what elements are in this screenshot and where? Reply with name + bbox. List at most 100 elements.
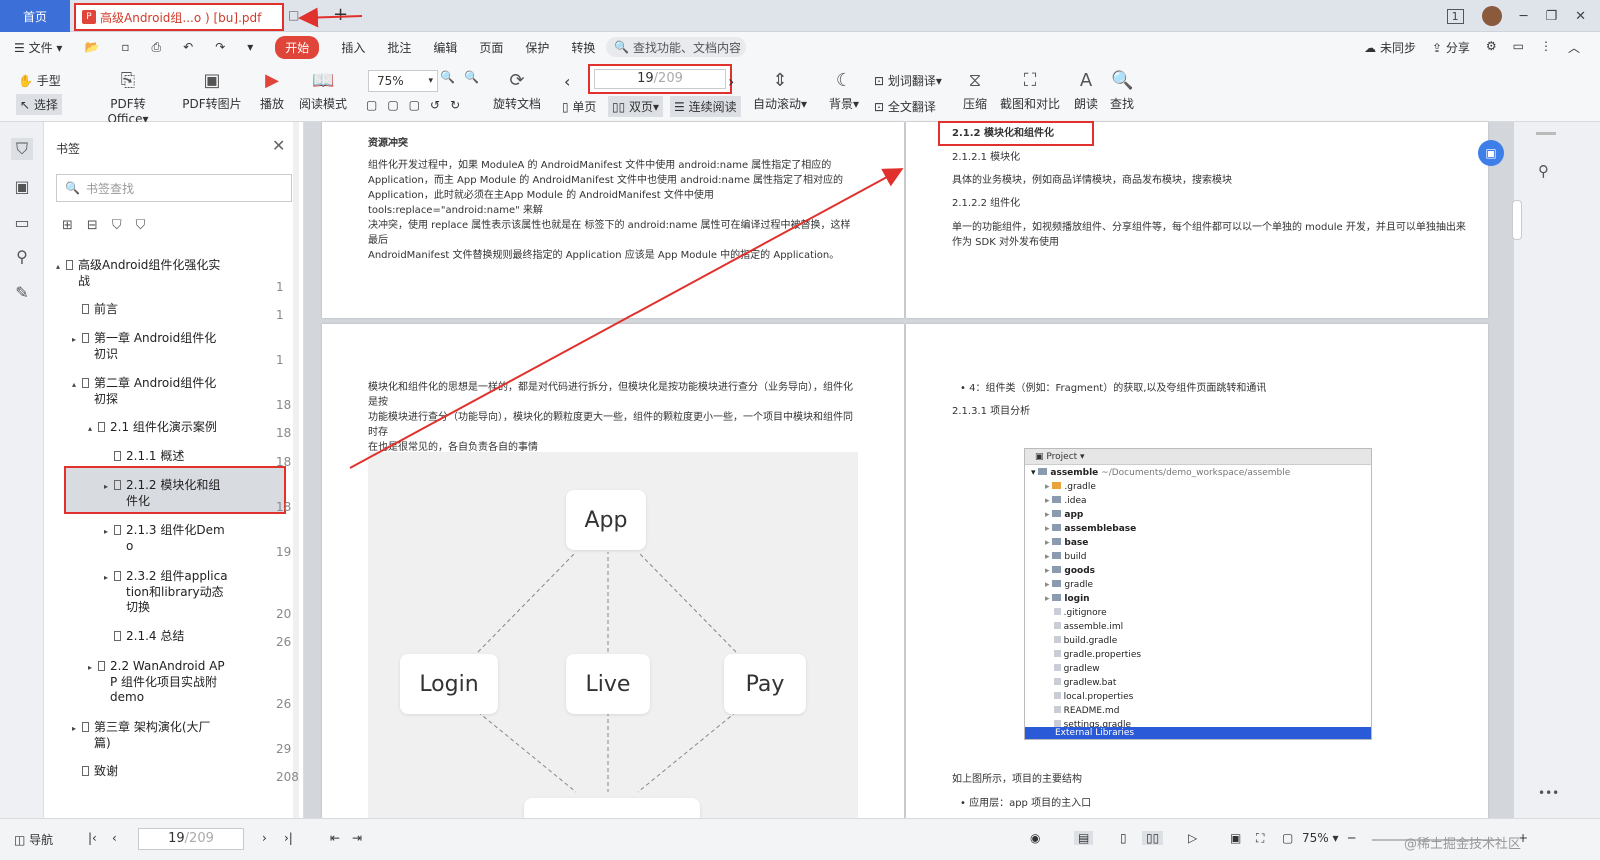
menu-start[interactable]: 开始 — [275, 35, 320, 59]
delete-bookmark-icon[interactable]: ⛉ — [136, 218, 146, 233]
menu-edit[interactable]: 编辑 — [433, 39, 457, 56]
smart-search-icon[interactable]: ⚲ — [1538, 162, 1549, 180]
zoom-select[interactable]: 75% ▾ — [368, 70, 438, 92]
select-tool-button[interactable]: ↖ 选择 — [16, 94, 62, 115]
tree-row[interactable]: ▸ goods — [1045, 564, 1095, 578]
read-mode-button[interactable]: 📖 阅读模式 — [298, 70, 348, 112]
bookmark-icon[interactable]: ⛉ — [11, 138, 33, 160]
zoom-in-icon[interactable]: 🔍 — [464, 70, 479, 84]
tree-row[interactable]: ▸ login — [1045, 592, 1090, 606]
collapse-all-icon[interactable]: ⊟ — [87, 218, 98, 233]
tree-row[interactable]: ▸ .idea — [1045, 494, 1087, 508]
next-page-icon[interactable]: › — [728, 72, 734, 91]
expand-toggle-icon[interactable]: ▸ — [104, 524, 114, 539]
expand-toggle-icon[interactable]: ▸ — [1045, 580, 1052, 590]
prev-page-icon[interactable]: ‹ — [564, 72, 570, 91]
settings-icon[interactable]: ⚙ — [1486, 39, 1497, 56]
more-options-icon[interactable]: ⋮ — [1540, 39, 1552, 56]
tree-row[interactable]: ▸ app — [1045, 508, 1083, 522]
document-tab[interactable]: P 高级Android组...o ) [bu].pdf — [74, 3, 284, 31]
read-aloud-button[interactable]: A 朗读 — [1072, 70, 1100, 112]
expand-toggle-icon[interactable]: ▸ — [1045, 552, 1052, 562]
find-button[interactable]: 🔍 查找 — [1108, 70, 1136, 112]
bookmark-item[interactable]: 2.1.1 概述 — [104, 449, 184, 464]
undo-icon[interactable]: ↶ — [183, 40, 193, 54]
expand-toggle-icon[interactable]: ▴ — [56, 259, 66, 274]
menu-annotate[interactable]: 批注 — [387, 39, 411, 56]
bookmark-item[interactable]: ▴ 2.1 组件化演示案例 — [88, 420, 217, 436]
bookmark-item[interactable]: 2.1.4 总结 — [104, 629, 184, 644]
navigation-button[interactable]: ◫ 导航 — [14, 831, 53, 848]
redo-icon[interactable]: ↷ — [215, 40, 225, 54]
bookmark-item[interactable]: ▸ 第三章 架构演化(大厂 篇) — [72, 720, 211, 751]
expand-toggle-icon[interactable]: ▸ — [1045, 496, 1052, 506]
close-panel-icon[interactable]: ✕ — [272, 136, 285, 155]
tree-row[interactable]: ▸ gradle — [1045, 578, 1093, 592]
rail-handle-icon[interactable] — [1536, 132, 1556, 135]
single-page-button[interactable]: ▯ 单页 — [562, 98, 596, 115]
expand-toggle-icon[interactable]: ▴ — [72, 377, 82, 392]
function-search-input[interactable]: 🔍 查找功能、文档内容 — [606, 37, 746, 57]
bookmark-item[interactable]: ▴ 高级Android组件化强化实战 — [56, 258, 220, 289]
tree-row[interactable]: ▸ assemblebase — [1045, 522, 1136, 536]
bookmark-item[interactable]: ▸ 2.3.2 组件applica tion和library动态 切换 — [104, 569, 228, 615]
expand-toggle-icon[interactable]: ▸ — [1045, 566, 1052, 576]
page-number-input[interactable]: 19/209 — [588, 64, 732, 94]
new-tab-icon[interactable]: + — [333, 4, 348, 25]
continuous-read-button[interactable]: ☰ 连续阅读 — [670, 96, 741, 117]
expand-toggle-icon[interactable]: ▸ — [104, 570, 114, 585]
bookmark-scrollbar[interactable] — [293, 122, 299, 822]
continuous-view-icon[interactable]: ▤ — [1074, 831, 1094, 845]
status-page-input[interactable]: 19/209 — [138, 828, 244, 850]
menu-file[interactable]: ☰ 文件 ▾ — [14, 39, 62, 56]
back-icon[interactable]: ⇤ — [330, 831, 340, 845]
tab-close-icon[interactable]: □ — [288, 8, 299, 22]
save-icon[interactable]: ▫ — [121, 40, 129, 54]
floating-tool-icon[interactable]: ▣ — [1478, 140, 1504, 166]
tree-row[interactable]: .gitignore — [1045, 606, 1107, 620]
minimize-icon[interactable]: ─ — [1520, 9, 1528, 24]
menu-insert[interactable]: 插入 — [341, 39, 365, 56]
word-translate-button[interactable]: ⊡ 划词翻译▾ — [874, 72, 942, 89]
bookmark-item[interactable]: ▸ 2.1.2 模块化和组 件化 — [104, 478, 220, 509]
hand-tool-button[interactable]: ✋ 手型 — [18, 72, 61, 89]
next-page-icon[interactable]: › — [262, 831, 267, 845]
expand-toggle-icon[interactable]: ▸ — [1045, 482, 1052, 492]
tree-row[interactable]: build.gradle — [1045, 634, 1117, 648]
zoom-out-icon[interactable]: 🔍 — [440, 70, 455, 84]
bookmark-item[interactable]: ▸ 2.2 WanAndroid AP P 组件化项目实战附 demo — [88, 659, 225, 705]
last-page-icon[interactable]: ›| — [284, 831, 293, 845]
prev-page-icon[interactable]: ‹ — [112, 831, 117, 845]
restore-icon[interactable]: ❐ — [1545, 9, 1557, 24]
forward-icon[interactable]: ⇥ — [352, 831, 362, 845]
signature-icon[interactable]: ✎ — [11, 282, 33, 304]
screenshot-compare-button[interactable]: ⛶ 截图和对比 — [1000, 70, 1060, 112]
fit-icons[interactable]: ▢▢▢↺↻ — [366, 98, 470, 112]
expand-toggle-icon[interactable]: ▸ — [1045, 524, 1052, 534]
fit-page-icon[interactable]: ⛶ — [1256, 831, 1264, 846]
expand-all-icon[interactable]: ⊞ — [62, 218, 73, 233]
background-button[interactable]: ☾ 背景▾ — [826, 70, 862, 112]
more-icon[interactable]: ▾ — [247, 40, 253, 54]
bookmark-search-input[interactable]: 🔍 书签查找 — [56, 174, 292, 202]
tree-row[interactable]: gradlew.bat — [1045, 676, 1116, 690]
tree-row[interactable]: assemble.iml — [1045, 620, 1123, 634]
first-page-icon[interactable]: |‹ — [88, 831, 97, 845]
expand-toggle-icon[interactable]: ▸ — [72, 332, 82, 347]
play-icon[interactable]: ▷ — [1188, 831, 1197, 845]
bookmark-item[interactable]: ▴ 第二章 Android组件化 初探 — [72, 376, 216, 407]
attachment-icon[interactable]: ⚲ — [11, 246, 33, 268]
actual-size-icon[interactable]: ▣ — [1230, 831, 1241, 845]
thumbnail-icon[interactable]: ▣ — [11, 176, 33, 198]
print-icon[interactable]: ⎙ — [152, 40, 162, 55]
comment-panel-icon[interactable]: ▭ — [11, 212, 33, 234]
tree-row[interactable]: ▸ base — [1045, 536, 1088, 550]
tree-row[interactable]: gradle.properties — [1045, 648, 1141, 662]
sync-button[interactable]: ☁ 未同步 — [1364, 39, 1416, 56]
bookmark-item[interactable]: ▸ 第一章 Android组件化 初识 — [72, 331, 216, 362]
avatar[interactable] — [1481, 6, 1502, 26]
add-bookmark-icon[interactable]: ⛉ — [112, 218, 122, 233]
full-translate-button[interactable]: ⊡ 全文翻译 — [874, 98, 936, 115]
close-icon[interactable]: ✕ — [1575, 9, 1586, 24]
eye-icon[interactable]: ◉ — [1030, 831, 1040, 845]
